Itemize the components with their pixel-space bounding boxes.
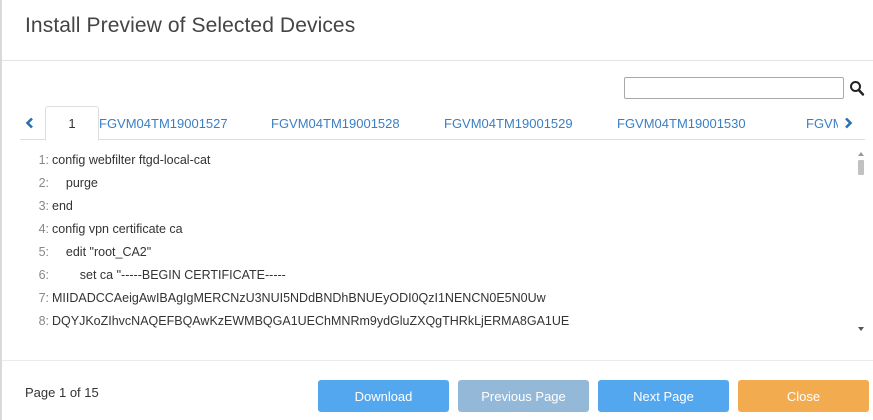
tab-device[interactable]: FGVM04TM19001528 — [271, 106, 400, 140]
line-text: edit "root_CA2" — [52, 245, 152, 259]
scroll-up-icon[interactable] — [856, 150, 866, 158]
tab-device[interactable]: FGVM04TM19001527 — [99, 106, 228, 140]
code-scrollbar[interactable] — [856, 150, 866, 333]
tab-device[interactable]: FGVM04TM19001531 — [806, 106, 838, 140]
code-line: 4: config vpn certificate ca — [20, 218, 183, 240]
close-button[interactable]: Close — [738, 380, 869, 412]
code-line: 2: purge — [20, 172, 98, 194]
title-divider — [2, 60, 873, 61]
code-line: 8: DQYJKoZIhvcNAQEFBQAwKzEWMBQGA1UEChMNRm… — [20, 310, 570, 332]
line-number: 4: — [38, 222, 49, 236]
chevron-right-icon[interactable] — [838, 106, 858, 140]
tab-device[interactable]: FGVM04TM19001529 — [444, 106, 573, 140]
tab-clip: FGVM04TM19001531 — [806, 106, 838, 140]
search-icon[interactable] — [849, 79, 865, 97]
device-tabs: 1 FGVM04TM19001527 FGVM04TM19001528 FGVM… — [20, 106, 865, 141]
footer-divider — [2, 360, 873, 361]
tab-device[interactable]: FGVM04TM19001530 — [617, 106, 746, 140]
page-indicator: Page 1 of 15 — [25, 385, 99, 400]
preview-code: 1: config webfilter ftgd-local-cat 2: pur… — [20, 145, 865, 345]
code-line: 1: config webfilter ftgd-local-cat — [20, 149, 211, 171]
chevron-left-icon[interactable] — [20, 106, 40, 140]
dialog-left-border — [0, 0, 2, 420]
code-line: 7: MIIDADCCAeigAwIBAgIgMERCNzU3NUI5NDdBND… — [20, 287, 546, 309]
line-number: 6: — [38, 268, 49, 282]
line-number: 5: — [38, 245, 49, 259]
line-text: MIIDADCCAeigAwIBAgIgMERCNzU3NUI5NDdBNDhB… — [52, 291, 546, 305]
code-line: 3: end — [20, 195, 73, 217]
download-button[interactable]: Download — [318, 380, 449, 412]
next-page-button[interactable]: Next Page — [598, 380, 729, 412]
scroll-down-icon[interactable] — [856, 325, 866, 333]
search-input[interactable] — [624, 77, 844, 99]
search-box — [624, 77, 866, 99]
line-number: 2: — [38, 176, 49, 190]
line-text: purge — [52, 176, 98, 190]
code-line: 5: edit "root_CA2" — [20, 241, 152, 263]
line-number: 1: — [38, 153, 49, 167]
line-number: 3: — [38, 199, 49, 213]
code-line: 6: set ca "-----BEGIN CERTIFICATE----- — [20, 264, 286, 286]
line-text: DQYJKoZIhvcNAQEFBQAwKzEWMBQGA1UEChMNRm9y… — [52, 314, 570, 328]
dialog-title: Install Preview of Selected Devices — [25, 14, 356, 37]
line-text: config vpn certificate ca — [52, 222, 183, 236]
line-text: config webfilter ftgd-local-cat — [52, 153, 211, 167]
scrollbar-thumb[interactable] — [858, 160, 864, 175]
line-number: 7: — [38, 291, 49, 305]
line-text: set ca "-----BEGIN CERTIFICATE----- — [52, 268, 286, 282]
tab-page-1[interactable]: 1 — [45, 106, 99, 141]
line-number: 8: — [38, 314, 49, 328]
previous-page-button[interactable]: Previous Page — [458, 380, 589, 412]
line-text: end — [52, 199, 73, 213]
